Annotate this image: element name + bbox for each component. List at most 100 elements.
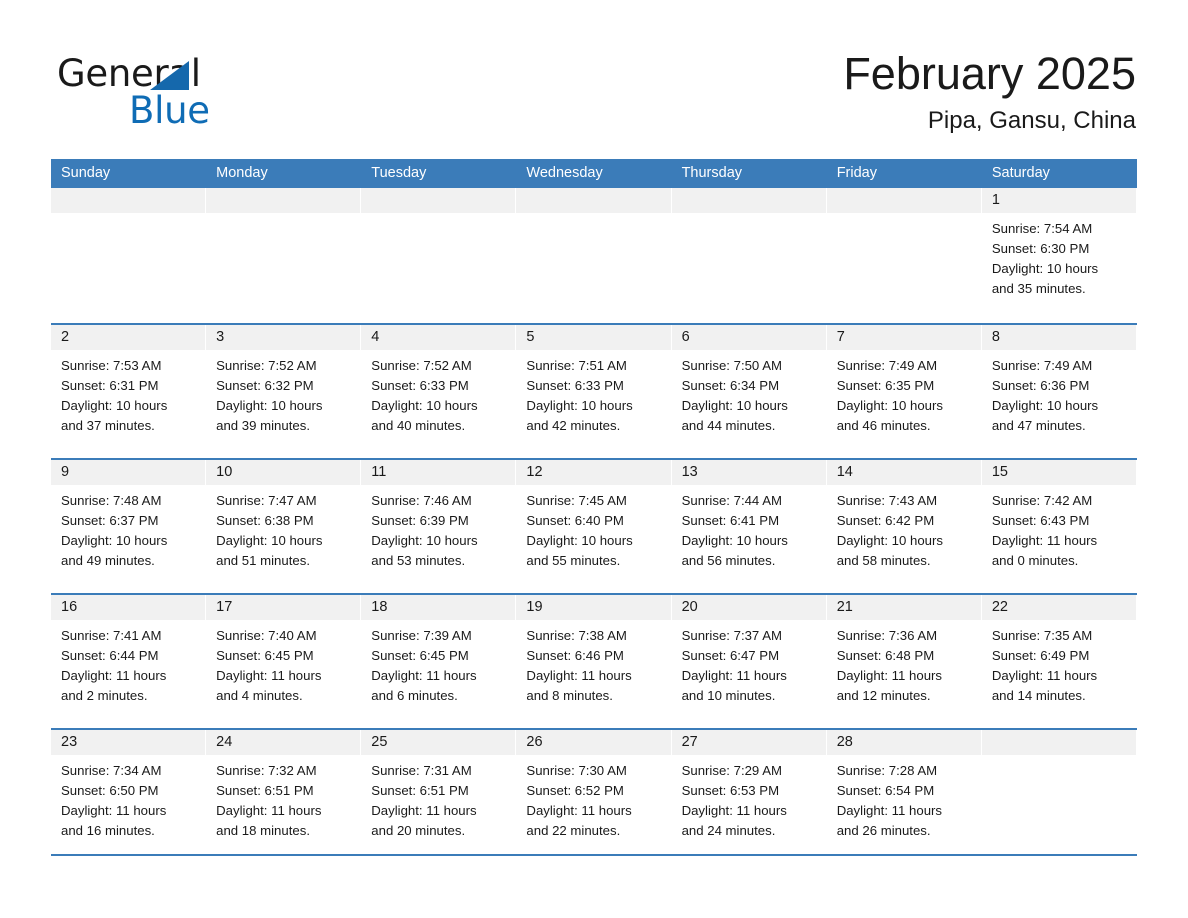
daylight-text-line1: Daylight: 11 hours bbox=[681, 803, 787, 818]
day-cell[interactable]: 9 Sunrise: 7:48 AM Sunset: 6:37 PM Dayli… bbox=[51, 460, 207, 593]
day-cell[interactable]: 22 Sunrise: 7:35 AM Sunset: 6:49 PM Dayl… bbox=[981, 595, 1137, 728]
day-cell[interactable] bbox=[981, 730, 1137, 863]
day-number-band: 7 bbox=[826, 325, 981, 350]
day-cell[interactable] bbox=[361, 188, 517, 323]
daylight-text-line2: and 8 minutes. bbox=[526, 688, 613, 703]
day-number-band: 16 bbox=[51, 595, 206, 620]
day-number: 17 bbox=[216, 599, 233, 615]
daylight-text-line1: Daylight: 11 hours bbox=[371, 668, 477, 683]
day-details: Sunrise: 7:41 AM Sunset: 6:44 PM Dayligh… bbox=[51, 620, 205, 706]
sunrise-text: Sunrise: 7:41 AM bbox=[61, 628, 162, 643]
weekday-header-saturday: Saturday bbox=[991, 165, 1050, 181]
day-cell[interactable]: 16 Sunrise: 7:41 AM Sunset: 6:44 PM Dayl… bbox=[51, 595, 207, 728]
day-number-band: 8 bbox=[981, 325, 1136, 350]
sunrise-text: Sunrise: 7:52 AM bbox=[371, 358, 472, 373]
day-number-band: 15 bbox=[981, 460, 1136, 485]
day-cell[interactable]: 14 Sunrise: 7:43 AM Sunset: 6:42 PM Dayl… bbox=[826, 460, 982, 593]
sunset-text: Sunset: 6:38 PM bbox=[216, 513, 314, 528]
day-cell[interactable]: 28 Sunrise: 7:28 AM Sunset: 6:54 PM Dayl… bbox=[826, 730, 982, 863]
day-cell[interactable]: 27 Sunrise: 7:29 AM Sunset: 6:53 PM Dayl… bbox=[671, 730, 827, 863]
sunset-text: Sunset: 6:45 PM bbox=[216, 648, 314, 663]
weekday-header-sunday: Sunday bbox=[61, 165, 111, 181]
day-number: 13 bbox=[681, 464, 698, 480]
day-number-band: 3 bbox=[206, 325, 361, 350]
day-number: 11 bbox=[371, 464, 387, 480]
general-blue-logo[interactable]: General Blue bbox=[57, 52, 377, 138]
day-cell[interactable]: 13 Sunrise: 7:44 AM Sunset: 6:41 PM Dayl… bbox=[671, 460, 827, 593]
sunset-text: Sunset: 6:51 PM bbox=[371, 783, 469, 798]
day-number-band: 6 bbox=[671, 325, 826, 350]
day-cell[interactable]: 4 Sunrise: 7:52 AM Sunset: 6:33 PM Dayli… bbox=[361, 325, 517, 458]
day-number-band: 11 bbox=[361, 460, 516, 485]
daylight-text-line2: and 20 minutes. bbox=[371, 823, 466, 838]
day-cell[interactable]: 24 Sunrise: 7:32 AM Sunset: 6:51 PM Dayl… bbox=[206, 730, 362, 863]
day-number-band bbox=[826, 188, 981, 213]
day-cell[interactable] bbox=[51, 188, 207, 323]
day-cell[interactable]: 19 Sunrise: 7:38 AM Sunset: 6:46 PM Dayl… bbox=[516, 595, 672, 728]
daylight-text-line2: and 37 minutes. bbox=[61, 418, 155, 433]
day-number-band: 9 bbox=[51, 460, 206, 485]
weekday-header-friday: Friday bbox=[836, 165, 877, 181]
day-cell[interactable]: 17 Sunrise: 7:40 AM Sunset: 6:45 PM Dayl… bbox=[206, 595, 362, 728]
daylight-text-line2: and 6 minutes. bbox=[371, 688, 458, 703]
week-row: 2 Sunrise: 7:53 AM Sunset: 6:31 PM Dayli… bbox=[51, 323, 1137, 458]
sunrise-text: Sunrise: 7:39 AM bbox=[371, 628, 472, 643]
day-number: 28 bbox=[836, 734, 853, 750]
day-cell[interactable]: 26 Sunrise: 7:30 AM Sunset: 6:52 PM Dayl… bbox=[516, 730, 672, 863]
day-cell[interactable]: 5 Sunrise: 7:51 AM Sunset: 6:33 PM Dayli… bbox=[516, 325, 672, 458]
day-cell[interactable]: 3 Sunrise: 7:52 AM Sunset: 6:32 PM Dayli… bbox=[206, 325, 362, 458]
day-cell[interactable]: 8 Sunrise: 7:49 AM Sunset: 6:36 PM Dayli… bbox=[981, 325, 1137, 458]
day-details: Sunrise: 7:49 AM Sunset: 6:36 PM Dayligh… bbox=[982, 350, 1136, 436]
day-cell[interactable] bbox=[516, 188, 672, 323]
day-cell[interactable]: 25 Sunrise: 7:31 AM Sunset: 6:51 PM Dayl… bbox=[361, 730, 517, 863]
day-cell[interactable]: 11 Sunrise: 7:46 AM Sunset: 6:39 PM Dayl… bbox=[361, 460, 517, 593]
day-number bbox=[206, 192, 216, 208]
day-details bbox=[206, 213, 360, 219]
day-number-band: 28 bbox=[826, 730, 981, 755]
daylight-text-line2: and 12 minutes. bbox=[836, 688, 931, 703]
day-number: 5 bbox=[526, 329, 535, 345]
daylight-text-line1: Daylight: 11 hours bbox=[371, 803, 477, 818]
daylight-text-line1: Daylight: 11 hours bbox=[836, 668, 943, 683]
day-cell[interactable]: 1 Sunrise: 7:54 AM Sunset: 6:30 PM Dayli… bbox=[981, 188, 1137, 323]
sunrise-text: Sunrise: 7:47 AM bbox=[216, 493, 317, 508]
day-cell[interactable]: 23 Sunrise: 7:34 AM Sunset: 6:50 PM Dayl… bbox=[51, 730, 207, 863]
daylight-text-line2: and 22 minutes. bbox=[526, 823, 621, 838]
day-cell[interactable]: 2 Sunrise: 7:53 AM Sunset: 6:31 PM Dayli… bbox=[51, 325, 207, 458]
daylight-text-line1: Daylight: 11 hours bbox=[681, 668, 787, 683]
day-number: 18 bbox=[371, 599, 388, 615]
daylight-text-line1: Daylight: 10 hours bbox=[216, 398, 323, 413]
day-details: Sunrise: 7:51 AM Sunset: 6:33 PM Dayligh… bbox=[516, 350, 670, 436]
day-cell[interactable]: 21 Sunrise: 7:36 AM Sunset: 6:48 PM Dayl… bbox=[826, 595, 982, 728]
day-details bbox=[982, 755, 1136, 761]
daylight-text-line1: Daylight: 10 hours bbox=[61, 398, 168, 413]
day-number-band: 18 bbox=[361, 595, 516, 620]
day-cell[interactable]: 6 Sunrise: 7:50 AM Sunset: 6:34 PM Dayli… bbox=[671, 325, 827, 458]
day-cell[interactable]: 7 Sunrise: 7:49 AM Sunset: 6:35 PM Dayli… bbox=[826, 325, 982, 458]
day-number-band: 23 bbox=[51, 730, 206, 755]
daylight-text-line1: Daylight: 11 hours bbox=[526, 668, 632, 683]
day-number-band: 10 bbox=[206, 460, 361, 485]
day-cell[interactable]: 20 Sunrise: 7:37 AM Sunset: 6:47 PM Dayl… bbox=[671, 595, 827, 728]
daylight-text-line1: Daylight: 10 hours bbox=[526, 398, 633, 413]
day-number: 12 bbox=[526, 464, 543, 480]
sunrise-text: Sunrise: 7:37 AM bbox=[681, 628, 782, 643]
day-details bbox=[516, 213, 670, 219]
day-cell[interactable] bbox=[206, 188, 362, 323]
day-cell[interactable]: 12 Sunrise: 7:45 AM Sunset: 6:40 PM Dayl… bbox=[516, 460, 672, 593]
day-number bbox=[982, 734, 992, 750]
day-cell[interactable] bbox=[671, 188, 827, 323]
daylight-text-line2: and 4 minutes. bbox=[216, 688, 303, 703]
day-number-band bbox=[206, 188, 361, 213]
sunset-text: Sunset: 6:51 PM bbox=[216, 783, 314, 798]
day-details: Sunrise: 7:28 AM Sunset: 6:54 PM Dayligh… bbox=[827, 755, 981, 841]
day-cell[interactable]: 10 Sunrise: 7:47 AM Sunset: 6:38 PM Dayl… bbox=[206, 460, 362, 593]
day-cell[interactable] bbox=[826, 188, 982, 323]
day-details: Sunrise: 7:44 AM Sunset: 6:41 PM Dayligh… bbox=[672, 485, 826, 571]
day-cell[interactable]: 18 Sunrise: 7:39 AM Sunset: 6:45 PM Dayl… bbox=[361, 595, 517, 728]
day-number: 14 bbox=[836, 464, 853, 480]
daylight-text-line1: Daylight: 10 hours bbox=[681, 533, 788, 548]
day-details: Sunrise: 7:39 AM Sunset: 6:45 PM Dayligh… bbox=[361, 620, 515, 706]
sunset-text: Sunset: 6:39 PM bbox=[371, 513, 469, 528]
day-cell[interactable]: 15 Sunrise: 7:42 AM Sunset: 6:43 PM Dayl… bbox=[981, 460, 1137, 593]
